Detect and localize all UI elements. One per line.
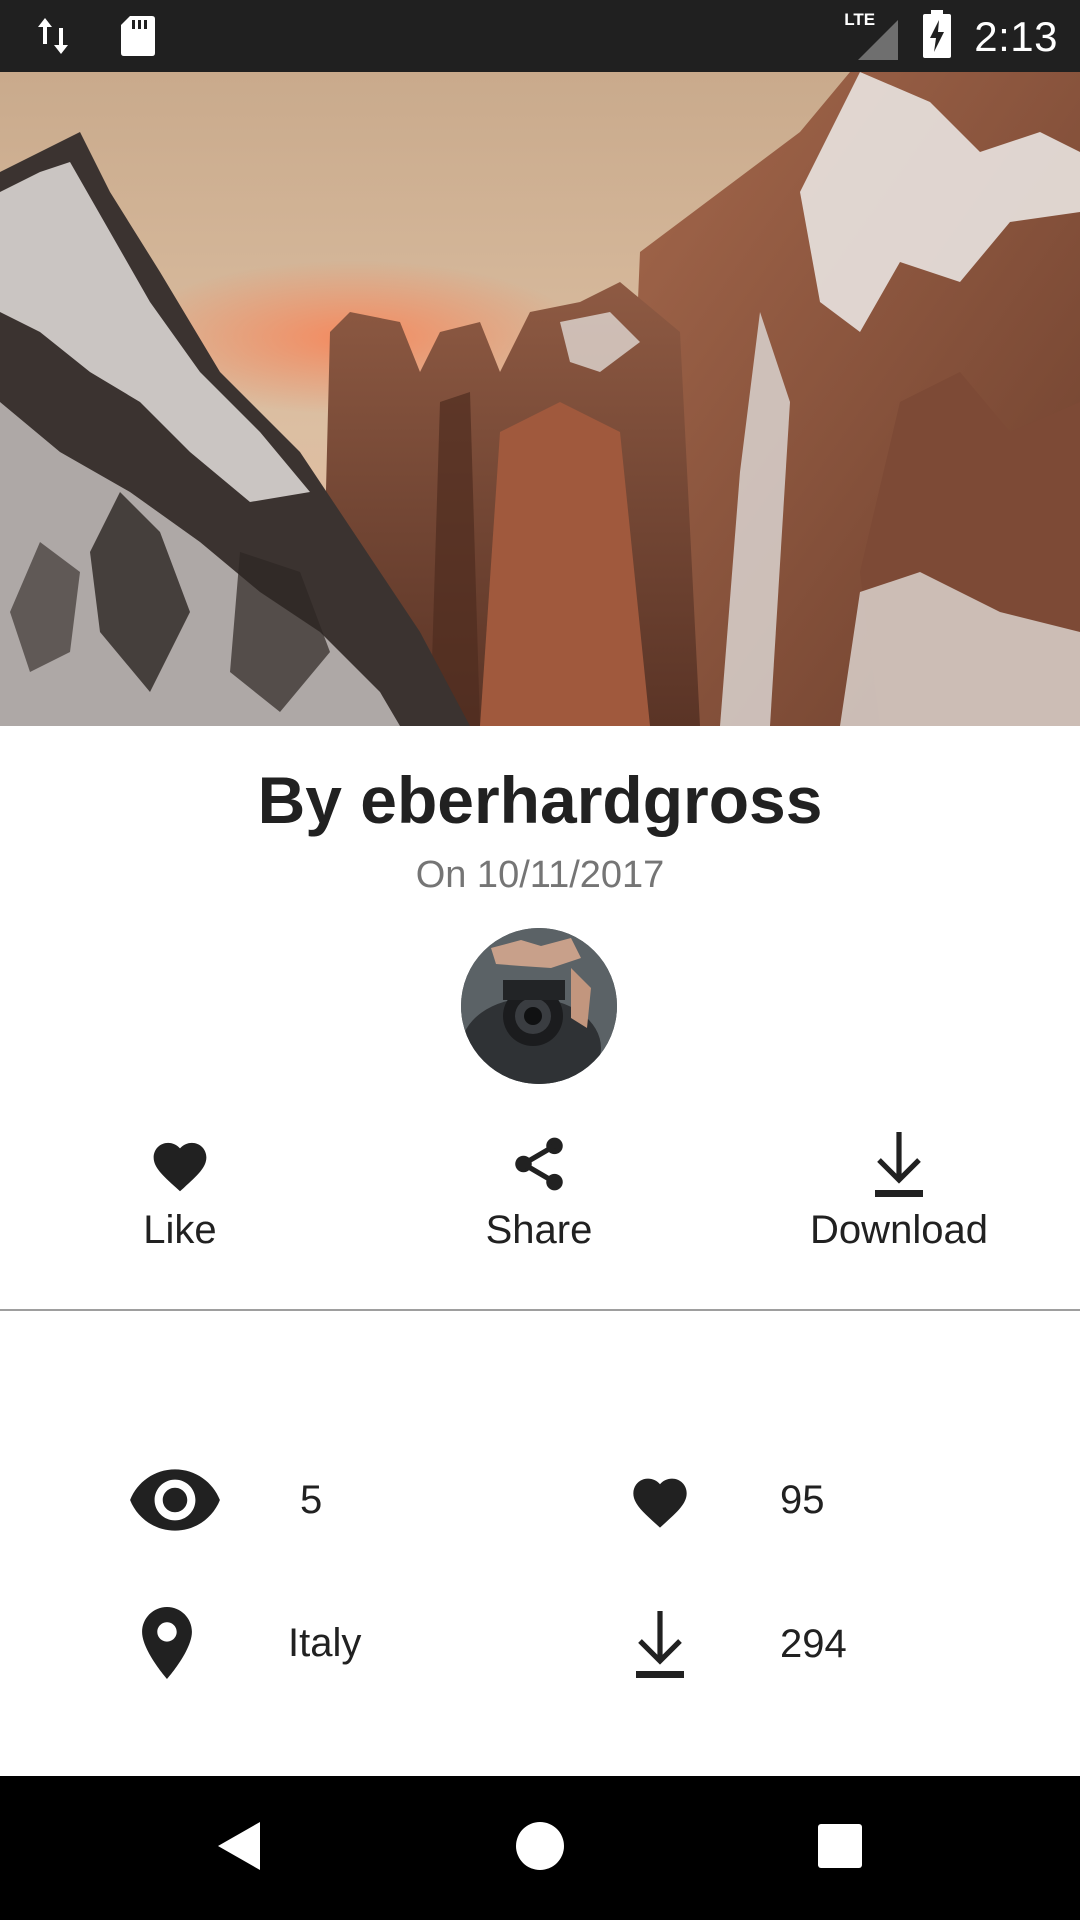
home-button[interactable] — [460, 1776, 620, 1920]
download-icon — [871, 1128, 927, 1205]
back-icon — [216, 1820, 264, 1877]
divider — [0, 1309, 1080, 1311]
stat-views: 5 — [126, 1462, 322, 1538]
like-button[interactable]: Like — [50, 1130, 310, 1253]
like-label: Like — [143, 1208, 217, 1252]
home-icon — [515, 1821, 565, 1876]
location-text: Italy — [288, 1620, 362, 1665]
recents-button[interactable] — [760, 1776, 920, 1920]
signal-icon: LTE — [844, 10, 900, 62]
navigation-bar — [0, 1776, 1080, 1920]
download-button[interactable]: Download — [769, 1130, 1029, 1253]
status-clock: 2:13 — [974, 12, 1058, 60]
download-icon — [634, 1607, 686, 1681]
status-left-icons — [36, 14, 156, 63]
download-label: Download — [810, 1208, 988, 1252]
back-button[interactable] — [160, 1776, 320, 1920]
eye-icon — [126, 1462, 224, 1538]
share-button[interactable]: Share — [409, 1130, 669, 1253]
author-title: By eberhardgross — [257, 763, 823, 837]
sd-card-icon — [120, 14, 156, 63]
hero-photo[interactable] — [0, 72, 1080, 726]
data-transfer-icon — [36, 14, 70, 63]
likes-count: 95 — [780, 1477, 825, 1522]
recents-icon — [817, 1823, 863, 1874]
stat-location: Italy — [142, 1607, 361, 1679]
action-row: Like Share Download — [0, 1130, 1080, 1270]
avatar[interactable] — [461, 928, 617, 1084]
views-count: 5 — [300, 1477, 323, 1522]
share-label: Share — [485, 1208, 593, 1252]
location-pin-icon — [142, 1607, 192, 1679]
share-icon — [508, 1133, 570, 1200]
status-right-group: LTE 2:13 — [844, 10, 1058, 63]
battery-charging-icon — [922, 10, 952, 63]
heart-icon — [148, 1135, 212, 1198]
downloads-count: 294 — [780, 1621, 847, 1666]
stat-downloads: 294 — [634, 1607, 847, 1681]
heart-icon — [628, 1470, 692, 1530]
status-bar: LTE 2:13 — [0, 0, 1080, 72]
publish-date: On 10/11/2017 — [415, 854, 665, 896]
stat-likes: 95 — [628, 1470, 825, 1530]
